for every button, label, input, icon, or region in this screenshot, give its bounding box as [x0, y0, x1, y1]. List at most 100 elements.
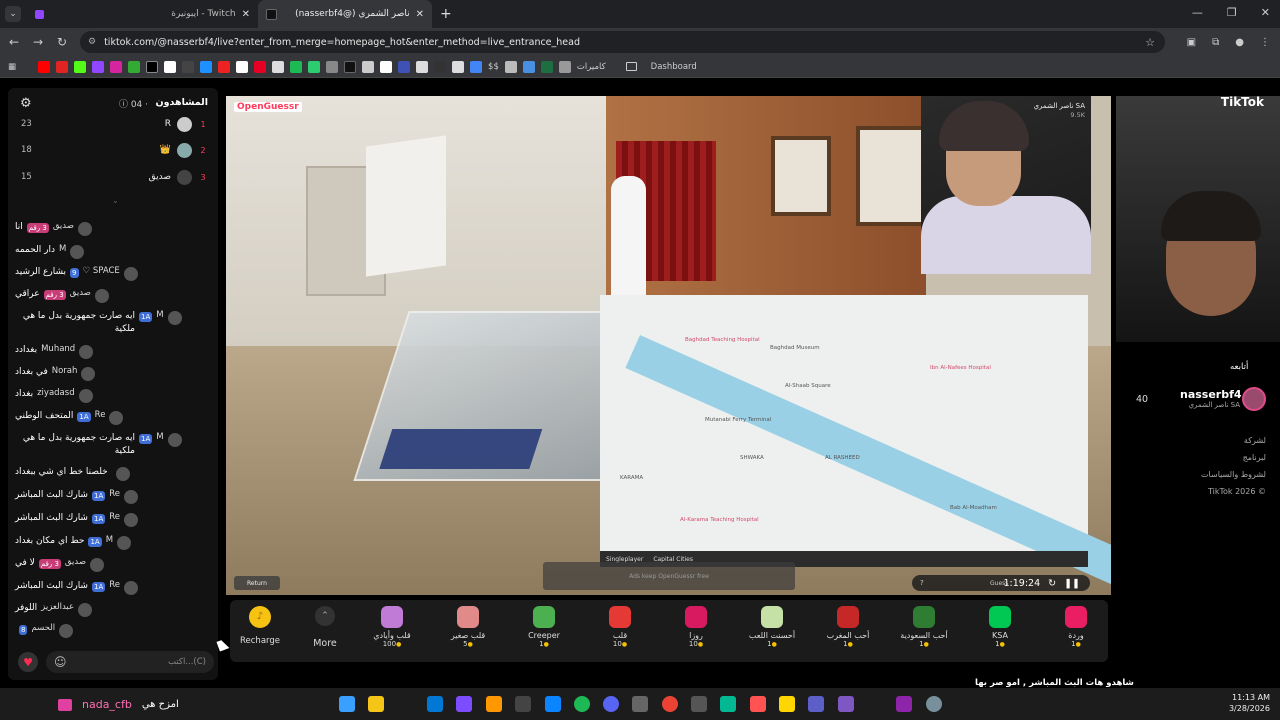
- bookmark-icon[interactable]: [218, 60, 231, 73]
- forward-icon[interactable]: →: [26, 35, 50, 49]
- bookmark-icon[interactable]: [200, 60, 213, 73]
- creator-card[interactable]: nasserbf4 ناصر الشمري SA: [1180, 388, 1242, 409]
- mail-icon[interactable]: [427, 696, 443, 712]
- avatar[interactable]: [124, 581, 138, 595]
- viewer-rank-row[interactable]: 23 R 1: [13, 116, 208, 132]
- guess-button[interactable]: Guess: [990, 580, 1008, 587]
- avatar[interactable]: [117, 536, 132, 550]
- app-icon[interactable]: [632, 696, 648, 712]
- chat-message[interactable]: عبدالعزيز اللوفر: [15, 602, 210, 617]
- new-tab-button[interactable]: +: [440, 6, 452, 22]
- guess-map[interactable]: Baghdad Teaching Hospital Al-Shaab Square…: [600, 295, 1111, 595]
- refresh-icon[interactable]: ↻: [1048, 578, 1056, 589]
- close-icon[interactable]: ✕: [242, 9, 250, 20]
- live-video[interactable]: OpenGuessr ناصر الشمري SA 9.5K Baghdad T…: [226, 96, 1111, 595]
- bookmark-icon[interactable]: [380, 60, 393, 73]
- avatar[interactable]: [109, 411, 124, 425]
- app-icon[interactable]: [838, 696, 854, 712]
- emoji-icon[interactable]: ☺: [54, 655, 67, 669]
- app-icon[interactable]: [515, 696, 531, 712]
- bookmark-label[interactable]: $$: [488, 62, 499, 72]
- avatar[interactable]: [79, 345, 94, 359]
- avatar[interactable]: [167, 433, 182, 447]
- avatar[interactable]: [90, 558, 105, 572]
- avatar[interactable]: [77, 222, 92, 236]
- gift-item[interactable]: أحب المغرب 1: [818, 600, 878, 662]
- tab-tiktok[interactable]: ناصر الشمري (@nasserbf4) ✕: [258, 0, 432, 28]
- help-icon[interactable]: ?: [920, 579, 924, 587]
- back-icon[interactable]: ←: [2, 35, 26, 49]
- chat-username[interactable]: Norah: [52, 366, 78, 376]
- puzzle-icon[interactable]: ⧉: [1212, 37, 1219, 48]
- footer-link[interactable]: لبرنامج: [1201, 449, 1266, 466]
- spotify-icon[interactable]: [574, 696, 590, 712]
- viewer-rank-row[interactable]: 18 👑 2: [13, 142, 208, 158]
- avatar[interactable]: [78, 389, 93, 403]
- bookmark-icon[interactable]: [558, 60, 571, 73]
- gift-item[interactable]: قلب صغير 5: [438, 600, 498, 662]
- bookmark-icon[interactable]: [504, 60, 517, 73]
- twitch-icon[interactable]: [92, 60, 105, 73]
- chat-username[interactable]: Re: [109, 512, 120, 522]
- chat-message[interactable]: Muhand بغدادد: [15, 344, 210, 359]
- chat-username[interactable]: Re: [95, 410, 106, 420]
- app-icon[interactable]: [750, 696, 766, 712]
- chat-username[interactable]: M: [156, 310, 163, 320]
- bookmark-icon[interactable]: [362, 60, 375, 73]
- chat-username[interactable]: Re: [109, 489, 120, 499]
- chat-message[interactable]: صديق 3 رقم لا في: [15, 557, 210, 572]
- chat-message[interactable]: Re 1A شارك البث المباشر: [15, 489, 210, 504]
- chat-message[interactable]: Norah في بغداد: [15, 366, 210, 381]
- footer-link[interactable]: لشركة: [1201, 432, 1266, 449]
- bookmark-icon[interactable]: [308, 60, 321, 73]
- avatar[interactable]: [81, 367, 96, 381]
- twitch-pinned-icon[interactable]: [35, 9, 44, 19]
- avatar[interactable]: [78, 603, 93, 617]
- app-icon[interactable]: [545, 696, 561, 712]
- system-clock[interactable]: 11:13 AM 3/28/2026: [1229, 692, 1270, 714]
- chat-username[interactable]: Muhand: [41, 344, 75, 354]
- chat-message[interactable]: صديق 3 رقم عراقي: [15, 288, 210, 303]
- reload-icon[interactable]: ↻: [50, 35, 74, 49]
- follow-button[interactable]: أتابعه: [1230, 362, 1248, 372]
- tab-twitch[interactable]: Twitch - ايبونيرة ✕: [84, 0, 258, 28]
- bookmark-star-icon[interactable]: ☆: [1145, 36, 1155, 49]
- more-gifts-button[interactable]: ⌃ More: [310, 606, 340, 649]
- chat-message[interactable]: ziyadasd بغداد: [15, 388, 210, 403]
- avatar[interactable]: [167, 311, 182, 325]
- avatar[interactable]: [59, 624, 74, 638]
- chat-message[interactable]: الحسم 8: [15, 623, 210, 638]
- bookmark-label[interactable]: Dashboard: [651, 62, 697, 72]
- creator-avatar[interactable]: [1242, 387, 1266, 411]
- pause-icon[interactable]: ❚❚: [1064, 578, 1080, 589]
- chat-message[interactable]: M دار الحممه: [15, 244, 210, 259]
- avatar[interactable]: [94, 289, 109, 303]
- excel-icon[interactable]: [540, 60, 553, 73]
- gift-item[interactable]: قلب 10: [590, 600, 650, 662]
- avatar[interactable]: [124, 490, 138, 504]
- bookmark-icon[interactable]: [344, 60, 357, 73]
- extension-icon[interactable]: ▣: [1187, 37, 1196, 48]
- address-bar[interactable]: ⚙ tiktok.com/@nasserbf4/live?enter_from_…: [80, 31, 1165, 53]
- chat-message[interactable]: Re 1A شارك البث المباشر: [15, 512, 210, 527]
- viewer-rank-row[interactable]: 15 صديق 3: [13, 169, 208, 185]
- windows-start-icon[interactable]: [339, 696, 355, 712]
- gift-item[interactable]: وردة 1: [1046, 600, 1106, 662]
- apps-icon[interactable]: ▦: [8, 62, 16, 72]
- chat-username[interactable]: صديق: [65, 557, 86, 567]
- settings-gear-icon[interactable]: ⚙: [20, 96, 32, 111]
- chat-username[interactable]: Re: [109, 580, 120, 590]
- bookmark-icon[interactable]: [236, 60, 249, 73]
- bookmark-icon[interactable]: [416, 60, 429, 73]
- avatar[interactable]: [123, 267, 138, 281]
- gift-item[interactable]: روزا 10: [666, 600, 726, 662]
- bookmark-icon[interactable]: [434, 60, 447, 73]
- avatar[interactable]: [124, 513, 138, 527]
- bookmark-icon[interactable]: [272, 60, 285, 73]
- chat-username[interactable]: عبدالعزيز: [41, 602, 74, 612]
- settings-icon[interactable]: [926, 696, 942, 712]
- bookmark-icon[interactable]: [164, 60, 177, 73]
- close-icon[interactable]: ✕: [416, 9, 424, 20]
- bookmark-icon[interactable]: [522, 60, 535, 73]
- gift-item[interactable]: Creeper 1: [514, 600, 574, 662]
